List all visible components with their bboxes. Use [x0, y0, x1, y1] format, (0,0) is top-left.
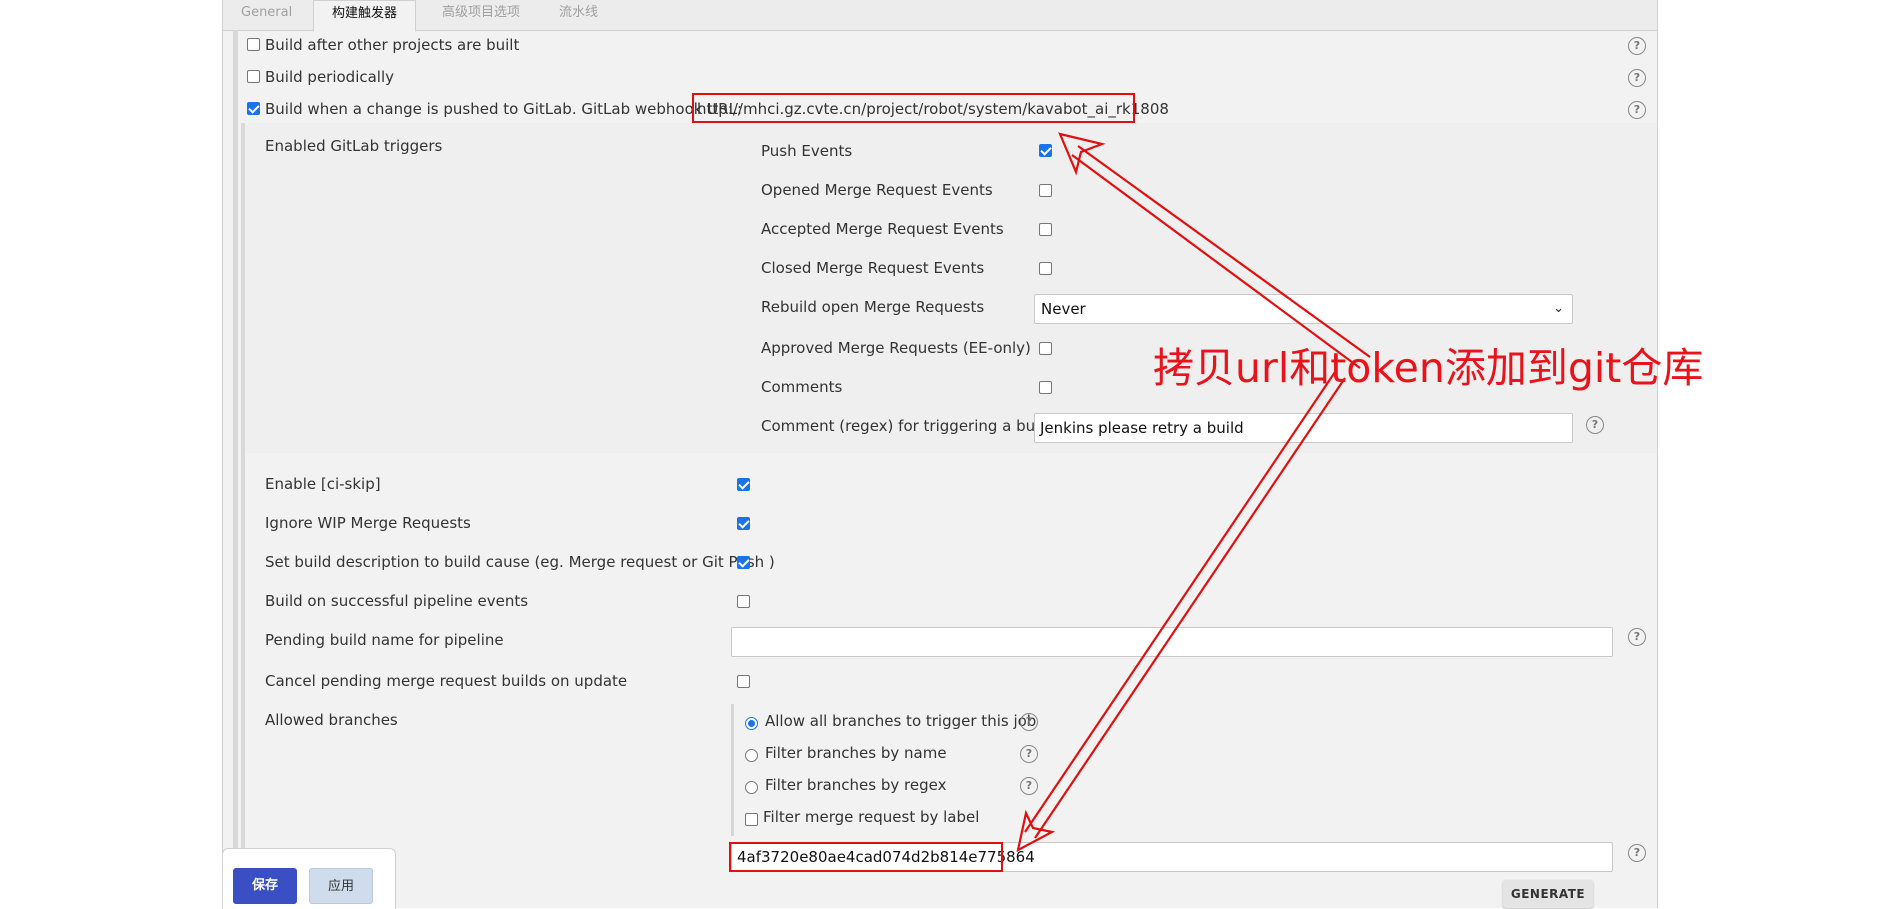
- arrow-to-token-line-b: [1034, 377, 1346, 839]
- arrow-to-url-line-a: [1077, 145, 1371, 358]
- annotation-text: 拷贝url和token添加到git仓库: [1153, 344, 1704, 392]
- arrow-to-url-head: [1058, 132, 1106, 176]
- arrow-to-token-line-a: [1024, 371, 1336, 833]
- annotation-arrows: [1016, 132, 1371, 853]
